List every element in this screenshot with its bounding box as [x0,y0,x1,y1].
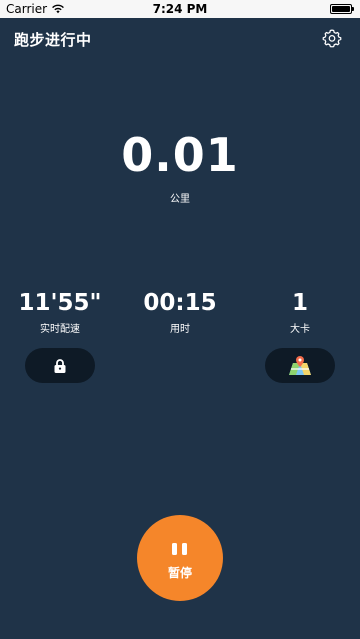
gear-icon [322,29,342,48]
map-button[interactable] [265,348,335,383]
stat-pace: 11'55" 实时配速 [0,289,120,335]
calories-value: 1 [291,290,308,316]
distance-unit: 公里 [170,194,190,205]
settings-button[interactable] [322,28,342,48]
stat-calories: 1 大卡 [240,289,360,335]
lock-icon [54,358,66,373]
pace-label: 实时配速 [40,324,80,335]
battery-icon [330,4,354,14]
pause-icon [172,543,188,555]
map-icon [289,355,311,375]
duration-label: 用时 [170,324,190,335]
stat-duration: 00:15 用时 [120,289,240,335]
running-screen: Carrier 7:24 PM 跑步进行中 0.01 公里 11'55" 实时配… [0,0,360,639]
status-bar: Carrier 7:24 PM [0,0,360,18]
pause-label: 暂停 [167,566,192,580]
lock-button[interactable] [25,348,95,383]
pause-button[interactable]: 暂停 [137,515,223,601]
duration-value: 00:15 [143,290,217,316]
page-title: 跑步进行中 [14,31,92,49]
status-time: 7:24 PM [152,2,208,16]
calories-label: 大卡 [290,324,310,335]
distance-value: 0.01 [121,128,239,182]
pace-value: 11'55" [18,290,102,316]
